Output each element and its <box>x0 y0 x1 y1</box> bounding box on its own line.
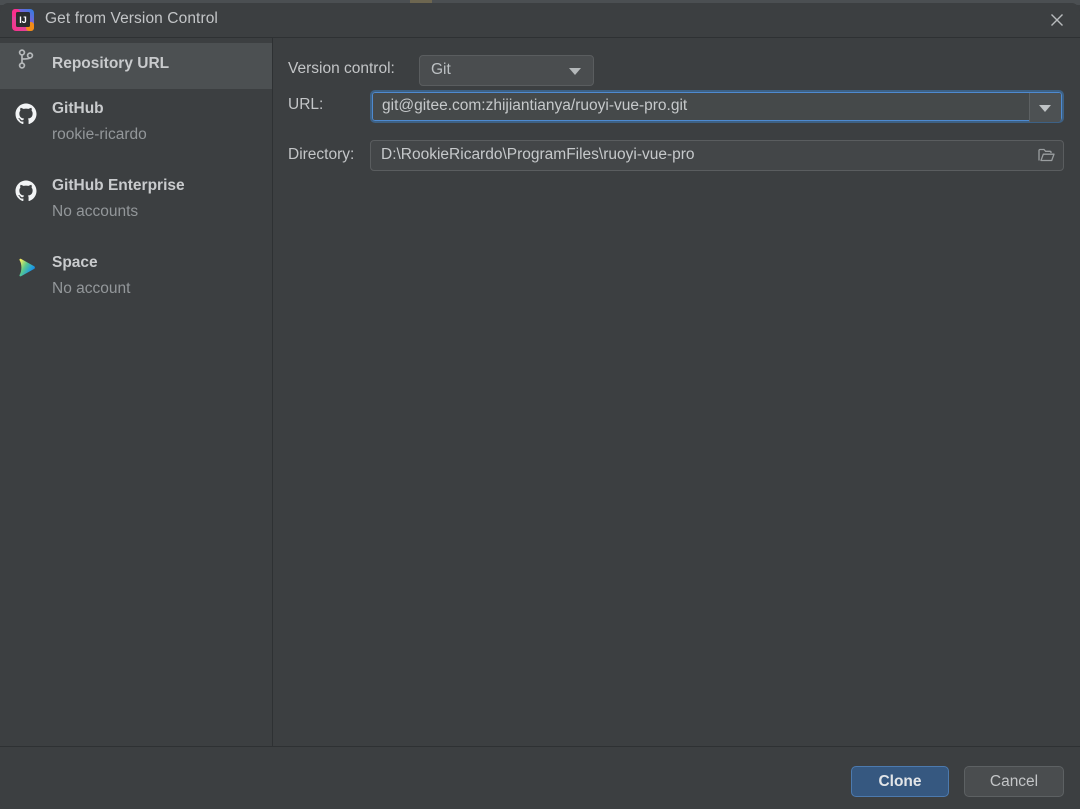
sidebar-item-github[interactable]: GitHub rookie-ricardo <box>0 98 272 158</box>
github-icon <box>14 102 38 126</box>
sidebar-item-account: No account <box>52 280 131 297</box>
dialog-title: Get from Version Control <box>45 10 218 27</box>
url-label: URL: <box>288 96 324 113</box>
sidebar-item-github-enterprise[interactable]: GitHub Enterprise No accounts <box>0 175 272 235</box>
url-history-dropdown-button[interactable] <box>1029 93 1061 122</box>
sidebar-item-label: GitHub <box>52 100 104 117</box>
directory-input[interactable]: D:\RookieRicardo\ProgramFiles\ruoyi-vue-… <box>370 140 1064 171</box>
version-control-select[interactable]: Git <box>419 55 594 86</box>
sidebar-item-account: rookie-ricardo <box>52 126 147 143</box>
dialog-title-bar: IJ Get from Version Control <box>0 3 1080 38</box>
sidebar-item-label: Repository URL <box>52 55 170 72</box>
cancel-button[interactable]: Cancel <box>964 766 1064 797</box>
repository-url-form: Version control: Git URL: git@gitee.com:… <box>274 38 1080 746</box>
sidebar-item-space[interactable]: Space No account <box>0 252 272 312</box>
jetbrains-space-icon <box>14 256 38 280</box>
intellij-idea-icon: IJ <box>11 8 35 32</box>
sidebar-item-label: GitHub Enterprise <box>52 177 185 194</box>
version-control-label: Version control: <box>288 60 395 77</box>
directory-value: D:\RookieRicardo\ProgramFiles\ruoyi-vue-… <box>381 146 695 163</box>
folder-icon[interactable] <box>1032 143 1061 168</box>
get-from-version-control-dialog: IJ Get from Version Control Repository U… <box>0 3 1080 809</box>
sidebar-item-label: Space <box>52 254 98 271</box>
github-icon <box>14 179 38 203</box>
clone-button[interactable]: Clone <box>851 766 949 797</box>
directory-label: Directory: <box>288 146 355 163</box>
chevron-down-icon <box>1039 105 1051 112</box>
provider-sidebar: Repository URL GitHub rookie-ricardo Git… <box>0 38 273 746</box>
dialog-button-bar: Clone Cancel <box>0 746 1080 809</box>
chevron-down-icon <box>569 68 581 75</box>
url-input[interactable]: git@gitee.com:zhijiantianya/ruoyi-vue-pr… <box>370 90 1064 123</box>
git-branch-icon <box>14 47 38 71</box>
url-value: git@gitee.com:zhijiantianya/ruoyi-vue-pr… <box>382 97 688 114</box>
close-icon[interactable] <box>1034 3 1080 37</box>
sidebar-item-account: No accounts <box>52 203 139 220</box>
version-control-value: Git <box>431 61 451 78</box>
svg-text:IJ: IJ <box>19 15 27 25</box>
sidebar-item-repository-url[interactable]: Repository URL <box>0 43 272 89</box>
